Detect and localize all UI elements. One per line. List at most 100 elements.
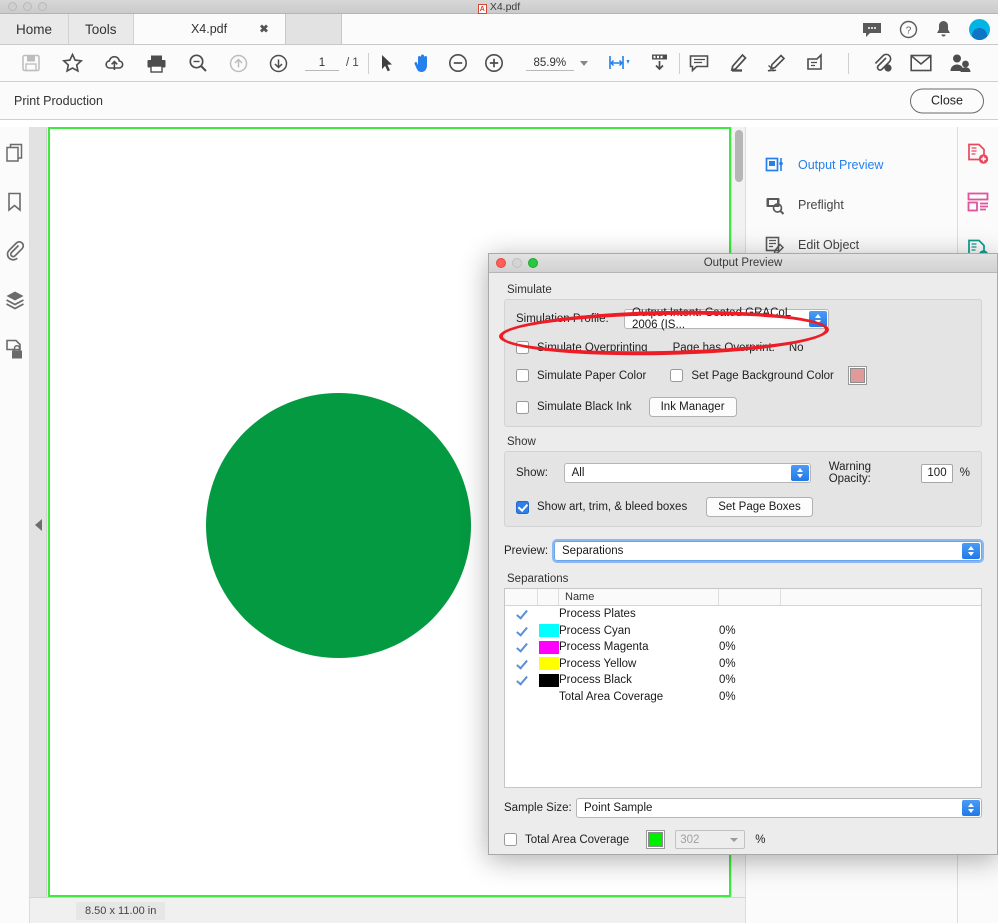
security-icon[interactable] bbox=[5, 339, 25, 363]
scrollbar-thumb[interactable] bbox=[735, 130, 743, 182]
panel-item-output-preview[interactable]: Output Preview bbox=[746, 145, 957, 185]
chevron-left-icon bbox=[34, 519, 42, 531]
close-button[interactable]: Close bbox=[910, 88, 984, 113]
comment-balloon-icon[interactable] bbox=[862, 22, 882, 38]
warning-opacity-input[interactable]: 100 bbox=[921, 463, 953, 483]
output-preview-icon bbox=[764, 154, 786, 176]
bookmarks-icon[interactable] bbox=[7, 192, 22, 215]
simulate-black-ink-checkbox[interactable] bbox=[516, 400, 529, 414]
hand-tool-icon[interactable] bbox=[412, 53, 432, 74]
show-section-label: Show bbox=[507, 436, 536, 448]
fit-width-icon[interactable] bbox=[608, 53, 632, 73]
row-value: 0% bbox=[719, 624, 736, 637]
sample-size-dropdown[interactable]: Point Sample bbox=[576, 798, 982, 818]
column-header-extra bbox=[781, 589, 981, 605]
print-production-title: Print Production bbox=[14, 93, 103, 108]
separations-table[interactable]: Name Process Plates Process Cyan 0% Process… bbox=[504, 588, 982, 788]
attachments-icon[interactable] bbox=[5, 240, 25, 264]
zoom-in-icon[interactable] bbox=[484, 53, 504, 73]
scroll-mode-icon[interactable] bbox=[649, 53, 670, 73]
chevron-updown-icon[interactable] bbox=[962, 800, 980, 816]
page-down-icon[interactable] bbox=[269, 54, 288, 73]
zoom-search-icon[interactable] bbox=[188, 53, 208, 73]
table-row[interactable]: Process Yellow 0% bbox=[505, 656, 981, 673]
select-tool-icon[interactable] bbox=[378, 53, 396, 73]
row-color-swatch bbox=[538, 657, 559, 671]
window-title: A X4.pdf bbox=[0, 0, 998, 14]
row-name: Process Black bbox=[559, 674, 632, 687]
color-chip bbox=[648, 832, 664, 847]
zoom-out-icon[interactable] bbox=[448, 53, 468, 73]
star-icon[interactable] bbox=[62, 53, 83, 73]
simulate-overprinting-checkbox[interactable] bbox=[516, 341, 529, 354]
show-group: Show: All Warning Opacity: 100 % Show ar… bbox=[504, 451, 982, 527]
row-visibility-checkbox[interactable] bbox=[505, 641, 538, 653]
set-page-boxes-button[interactable]: Set Page Boxes bbox=[706, 497, 813, 517]
attach-icon[interactable] bbox=[871, 53, 893, 73]
table-row[interactable]: Total Area Coverage 0% bbox=[505, 689, 981, 706]
comment-icon[interactable] bbox=[689, 54, 709, 73]
page-has-overprint-value: No bbox=[788, 341, 804, 354]
chevron-down-icon[interactable] bbox=[579, 60, 588, 66]
color-chip bbox=[539, 624, 559, 638]
organize-pages-icon[interactable] bbox=[967, 192, 989, 215]
simulate-paper-color-label: Simulate Paper Color bbox=[537, 369, 647, 382]
stamp-icon[interactable] bbox=[805, 53, 826, 73]
page-number-input[interactable] bbox=[305, 55, 339, 71]
page-thumbnails-icon[interactable] bbox=[5, 143, 24, 166]
simulation-profile-dropdown[interactable]: Output Intent: Coated GRACoL 2006 (IS... bbox=[624, 307, 829, 331]
color-chip bbox=[539, 657, 559, 671]
simulate-black-ink-label: Simulate Black Ink bbox=[537, 401, 632, 413]
row-name: Process Magenta bbox=[559, 641, 649, 654]
chevron-down-icon[interactable] bbox=[730, 837, 739, 842]
print-icon[interactable] bbox=[146, 54, 167, 73]
total-area-coverage-checkbox[interactable] bbox=[504, 833, 517, 846]
page-up-icon[interactable] bbox=[229, 54, 248, 73]
table-row[interactable]: Process Black 0% bbox=[505, 672, 981, 689]
email-icon[interactable] bbox=[910, 54, 932, 72]
row-visibility-checkbox[interactable] bbox=[505, 608, 538, 620]
sample-size-row: Sample Size: Point Sample bbox=[504, 798, 982, 818]
chevron-updown-icon[interactable] bbox=[809, 311, 827, 327]
zoom-level-input[interactable] bbox=[525, 55, 574, 71]
row-visibility-checkbox[interactable] bbox=[505, 674, 538, 686]
row-visibility-checkbox[interactable] bbox=[505, 625, 538, 637]
panel-item-preflight[interactable]: Preflight bbox=[746, 185, 957, 225]
create-pdf-icon[interactable] bbox=[967, 143, 989, 168]
notifications-bell-icon[interactable] bbox=[935, 20, 952, 39]
chevron-updown-icon[interactable] bbox=[962, 543, 980, 559]
panel-collapse-handle[interactable] bbox=[30, 127, 47, 923]
output-preview-dialog[interactable]: Output Preview Simulate Simulation Profi… bbox=[488, 253, 998, 855]
ink-manager-button[interactable]: Ink Manager bbox=[648, 397, 737, 417]
sign-icon[interactable] bbox=[765, 53, 787, 74]
table-row[interactable]: Process Cyan 0% bbox=[505, 623, 981, 640]
chevron-updown-icon[interactable] bbox=[790, 465, 809, 481]
simulate-paper-color-checkbox[interactable] bbox=[516, 369, 529, 382]
table-row[interactable]: Process Plates bbox=[505, 606, 981, 623]
total-area-coverage-swatch[interactable] bbox=[646, 830, 666, 849]
layers-icon[interactable] bbox=[5, 290, 25, 313]
set-page-background-color-checkbox[interactable] bbox=[670, 369, 684, 382]
preview-dropdown[interactable]: Separations bbox=[552, 539, 984, 563]
help-icon[interactable]: ? bbox=[899, 20, 918, 39]
share-people-icon[interactable] bbox=[949, 53, 971, 73]
table-row[interactable]: Process Magenta 0% bbox=[505, 639, 981, 656]
document-tab-x4pdf[interactable]: X4.pdf ✖ bbox=[133, 14, 286, 44]
menu-item-tools[interactable]: Tools bbox=[69, 14, 134, 44]
close-icon[interactable]: ✖ bbox=[259, 23, 268, 36]
show-dropdown[interactable]: All bbox=[563, 463, 811, 483]
toolbar-divider-2 bbox=[678, 52, 680, 74]
row-name: Process Cyan bbox=[559, 624, 631, 637]
show-boxes-checkbox[interactable] bbox=[516, 500, 529, 514]
show-label: Show: bbox=[516, 467, 548, 479]
cloud-upload-icon[interactable] bbox=[104, 54, 125, 73]
avatar[interactable] bbox=[969, 19, 990, 40]
preview-value: Separations bbox=[562, 545, 624, 557]
row-value: 0% bbox=[719, 641, 736, 654]
row-visibility-checkbox[interactable] bbox=[505, 658, 538, 670]
total-area-coverage-input[interactable]: 302 bbox=[675, 830, 746, 849]
save-icon[interactable] bbox=[21, 53, 41, 73]
page-background-color-swatch[interactable] bbox=[847, 366, 867, 385]
menu-item-home[interactable]: Home bbox=[0, 14, 70, 44]
highlight-pen-icon[interactable] bbox=[727, 53, 747, 74]
